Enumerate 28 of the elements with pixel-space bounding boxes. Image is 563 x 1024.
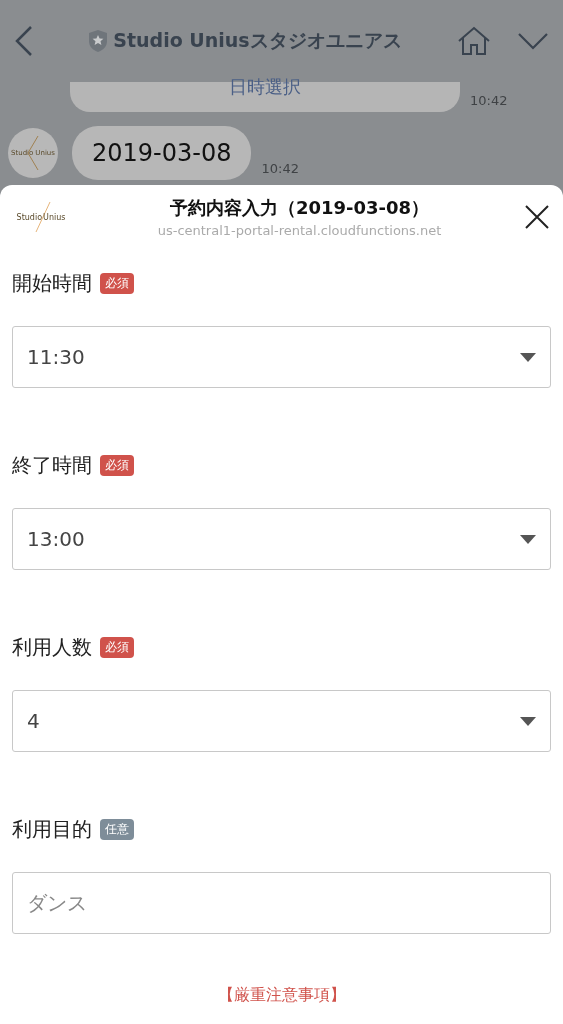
message-time: 10:42 [261,161,299,176]
modal-url: us-central1-portal-rental.cloudfunctions.net [157,223,442,238]
field-label: 利用目的 [12,815,92,843]
caret-icon [520,534,536,544]
required-badge: 必須 [100,636,134,658]
caret-icon [520,716,536,726]
select-field[interactable]: 11:30 [12,326,551,388]
optional-badge: 任意 [100,818,134,840]
close-icon[interactable] [525,205,549,229]
chevron-down-icon[interactable] [517,32,549,50]
required-badge: 必須 [100,454,134,476]
field-label: 開始時間 [12,269,92,297]
field-label: 終了時間 [12,451,92,479]
caret-icon [520,352,536,362]
chat-title: Studio Uniusスタジオユニアス [113,28,402,53]
select-field[interactable]: 4 [12,690,551,752]
notice-heading: 【厳重注意事項】 [217,985,346,1006]
modal-title: 予約内容入力（2019-03-08） [169,196,430,220]
field-label: 利用人数 [12,633,92,661]
input-field[interactable]: ダンス [12,872,551,934]
select-field[interactable]: 13:00 [12,508,551,570]
home-icon[interactable] [457,26,491,56]
message-time: 10:42 [470,93,508,108]
required-badge: 必須 [100,272,134,294]
logo: StudioUnius [8,199,74,235]
message-bubble: 2019-03-08 [72,126,252,180]
shield-star-icon [89,30,108,52]
back-icon[interactable] [14,25,34,57]
